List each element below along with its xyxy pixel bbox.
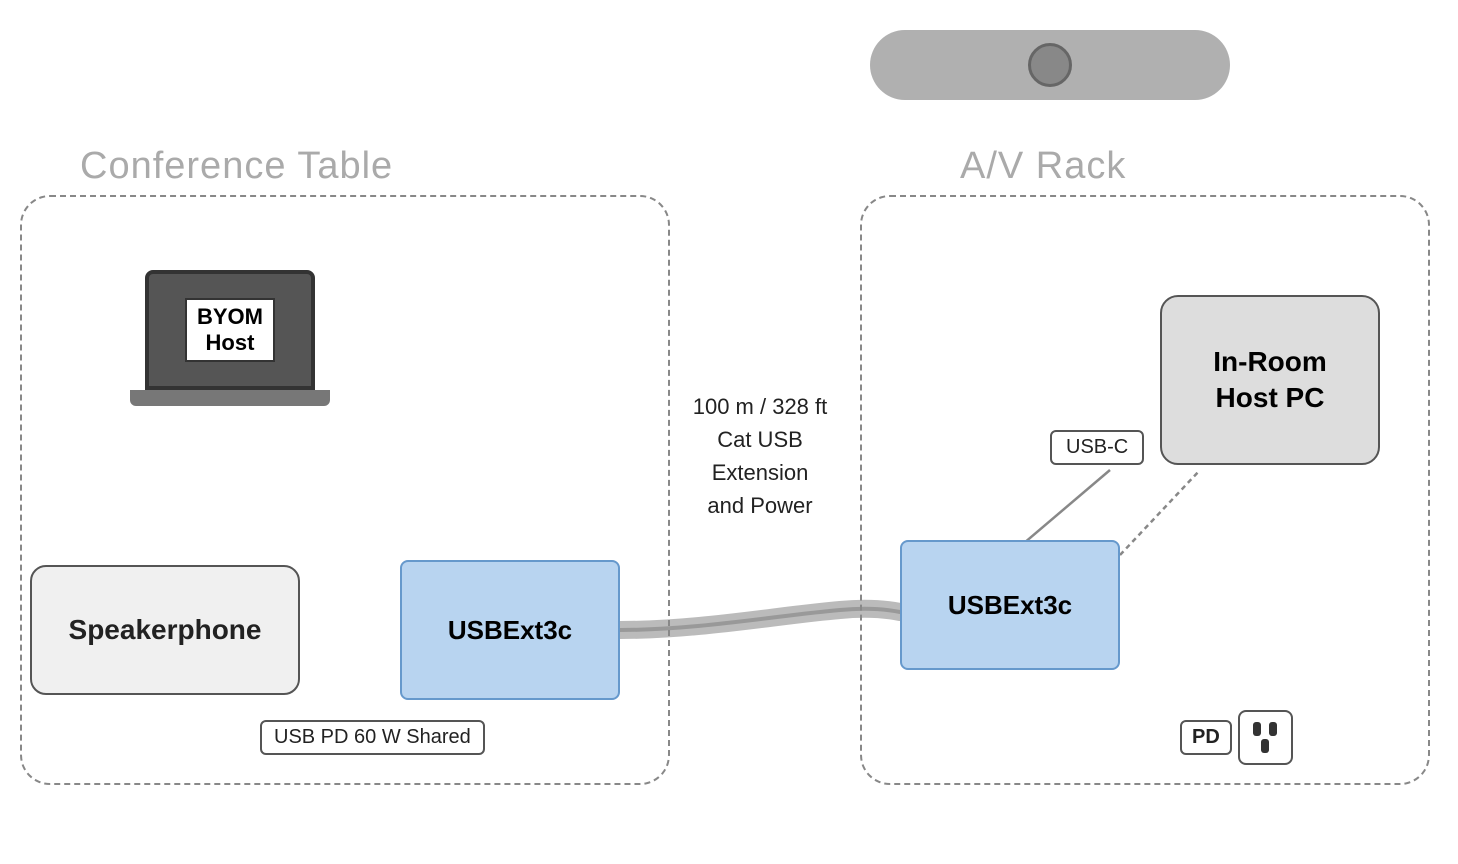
laptop-line1: BYOM — [197, 304, 263, 330]
usb-pd-label: USB PD 60 W Shared — [260, 720, 485, 755]
pd-label: PD — [1180, 720, 1232, 755]
laptop-line2: Host — [197, 330, 263, 356]
power-outlet-icon — [1238, 710, 1293, 765]
inroom-line1: In-Room — [1213, 344, 1327, 380]
usbext-av-box: USBExt3c — [900, 540, 1120, 670]
ext-line2: Cat USB — [660, 423, 860, 456]
laptop-screen: BYOM Host — [145, 270, 315, 390]
usbext-av-label: USBExt3c — [948, 590, 1072, 621]
inroom-line2: Host PC — [1213, 380, 1327, 416]
laptop-base — [130, 390, 330, 406]
av-rack-label: A/V Rack — [960, 145, 1126, 188]
ext-line1: 100 m / 328 ft — [660, 390, 860, 423]
conference-table-label: Conference Table — [80, 145, 393, 188]
extension-cable-label: 100 m / 328 ft Cat USB Extension and Pow… — [660, 390, 860, 522]
outlet-hole-right — [1269, 722, 1277, 736]
usbext-conf-label: USBExt3c — [448, 615, 572, 646]
speakerphone-box: Speakerphone — [30, 565, 300, 695]
outlet-holes — [1253, 722, 1277, 736]
diagram-container: Conference Table A/V Rack BYOM Host Spea… — [0, 0, 1458, 864]
outlet-ground — [1261, 739, 1269, 753]
ext-line3: Extension — [660, 456, 860, 489]
camera-bar — [870, 30, 1230, 100]
laptop-container: BYOM Host — [130, 270, 330, 406]
usbc-label: USB-C — [1050, 430, 1144, 465]
laptop-label-box: BYOM Host — [185, 298, 275, 363]
ext-line4: and Power — [660, 489, 860, 522]
av-region — [860, 195, 1430, 785]
inroom-pc-box: In-Room Host PC — [1160, 295, 1380, 465]
usbext-conf-box: USBExt3c — [400, 560, 620, 700]
speakerphone-label: Speakerphone — [69, 614, 262, 646]
camera-lens — [1028, 43, 1072, 87]
outlet-hole-left — [1253, 722, 1261, 736]
pd-outlet-area: PD — [1180, 710, 1293, 765]
inroom-text: In-Room Host PC — [1213, 344, 1327, 417]
